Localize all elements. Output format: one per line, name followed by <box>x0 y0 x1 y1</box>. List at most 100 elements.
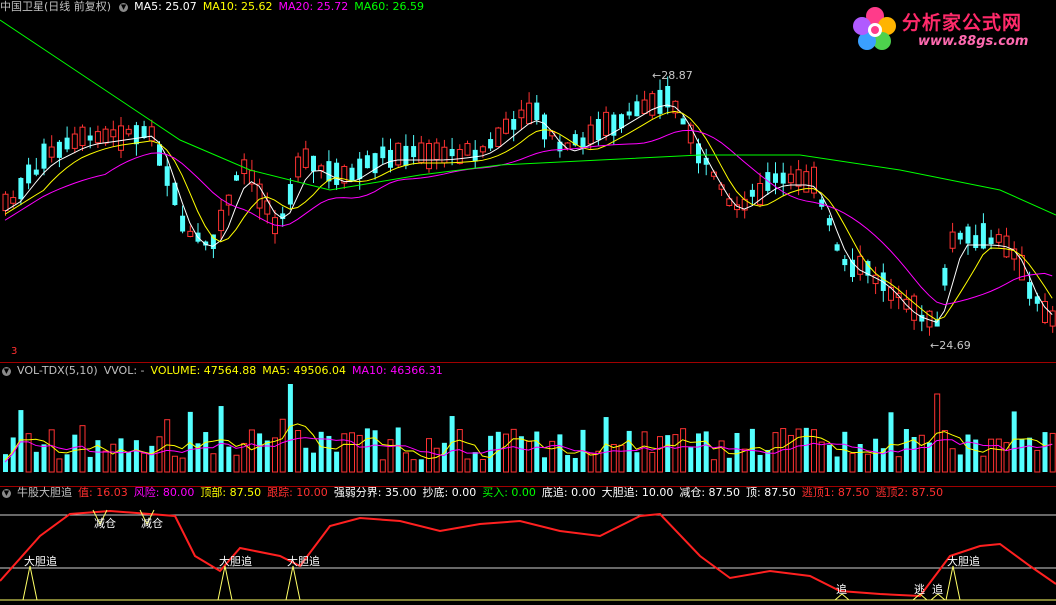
indicator-chart[interactable]: 减仓 减仓大胆追 大胆追 大胆追追逃追大胆追 <box>0 486 1056 605</box>
indicator-value-12: 逃顶2: 87.50 <box>875 486 944 499</box>
candle-body-down <box>973 235 979 249</box>
volume-bar-up <box>402 452 409 473</box>
period-label: (日线 前复权) <box>44 0 112 13</box>
volume-bar-down <box>696 433 701 472</box>
indicator-value-3: 跟踪: 10.00 <box>267 486 328 499</box>
volume-bar-down <box>64 454 70 472</box>
volume-bar-down <box>33 451 39 472</box>
volume-bar-down <box>903 429 909 472</box>
volume-bar-up <box>295 430 302 473</box>
volume-chart-panel[interactable]: ▼ VOL-TDX(5,10) VVOL: - VOLUME: 47564.88 MA5… <box>0 364 1056 486</box>
signal-label: 逃 <box>914 583 925 596</box>
candle-body-down <box>388 149 393 168</box>
candle-body-up <box>503 118 509 134</box>
signal-label: 大胆追 <box>24 554 57 568</box>
volume-bar-down <box>726 457 732 472</box>
logo-text: 分析家公式网 <box>902 12 1023 34</box>
candle-body-down <box>780 172 786 184</box>
candle-body-down <box>680 118 686 125</box>
candle-body-up <box>148 126 155 142</box>
candle-body-down <box>965 226 971 244</box>
volume-bar-down <box>41 444 47 472</box>
volume-bar-down <box>534 431 540 472</box>
candle-body-up <box>295 156 302 178</box>
volume-bar-up <box>718 440 725 473</box>
volume-bar-down <box>757 454 763 472</box>
indicator-value-2: 顶部: 87.50 <box>200 486 262 499</box>
volume-bar-down <box>703 431 709 472</box>
candle-body-down <box>287 184 293 205</box>
volume-bar-up <box>171 455 178 473</box>
volume-bar-down <box>973 439 979 472</box>
candle-body-up <box>479 146 486 153</box>
indicator-chart-panel[interactable]: 减仓 减仓 大胆追 大胆追 大胆追追逃追大胆追 ▼ 牛股大胆追 值: 16.03 风险: 80… <box>0 486 1056 605</box>
candle-body-down <box>488 139 494 149</box>
logo-url: www.88gs.com <box>918 34 1029 49</box>
candle-body-up <box>949 231 956 249</box>
candle-body-down <box>834 244 840 251</box>
indicator-values: 值: 16.03 风险: 80.00 顶部: 87.50 跟踪: 10.00 强弱分界:… <box>78 486 949 499</box>
volume-bar-up <box>795 428 802 473</box>
indicator-value-8: 大胆追: 10.00 <box>601 486 674 499</box>
candle-body-down <box>842 259 848 266</box>
candle-body-up <box>10 197 17 204</box>
volume-bar-down <box>734 432 740 472</box>
volume-bar-down <box>826 444 832 472</box>
volume-bar-up <box>272 437 278 473</box>
candle-body-down <box>657 89 663 114</box>
ma5-value: MA5: 25.07 <box>134 0 197 13</box>
settings-circle-icon[interactable]: ▼ <box>119 2 129 12</box>
volume-bar-down <box>311 452 316 472</box>
volume-bar-up <box>510 428 517 473</box>
candle-body-down <box>56 141 62 158</box>
candle-body-down <box>403 145 409 166</box>
volume-bar-down <box>226 446 232 472</box>
candle-body-down <box>26 164 32 184</box>
volume-bar-down <box>118 438 124 472</box>
volume-bar-down <box>873 438 879 472</box>
candle-body-down <box>41 143 47 169</box>
candle-body-down <box>665 86 671 108</box>
flower-logo-icon <box>853 7 896 50</box>
candle-body-up <box>218 209 225 232</box>
volume-bar-up <box>102 450 109 473</box>
candle-body-up <box>787 173 794 184</box>
volume-bar-down <box>395 427 401 472</box>
volume-bar-down <box>126 452 132 472</box>
indicator-value-1: 风险: 80.00 <box>133 486 195 499</box>
candle-body-down <box>87 135 93 141</box>
signal-label: 大胆追 <box>219 554 252 568</box>
candle-body-down <box>626 111 632 116</box>
indicator-value-0: 值: 16.03 <box>78 486 128 499</box>
volume-bar-up <box>710 459 717 473</box>
candle-body-down <box>826 218 832 226</box>
volume-bar-up <box>479 458 486 473</box>
candle-body-up <box>318 165 325 172</box>
volume-bar-down <box>334 451 340 472</box>
price-chart-panel[interactable]: 中国卫星(日线 前复权) ▼ MA5: 25.07 MA10: 25.62 MA20: … <box>0 0 1056 364</box>
marker-label: 3 <box>11 346 18 357</box>
candle-body-down <box>33 169 39 175</box>
volume-bar-down <box>565 455 571 472</box>
candle-body-down <box>449 149 455 157</box>
candle-body-down <box>534 102 540 121</box>
settings-circle-icon[interactable]: ▼ <box>2 366 11 376</box>
signal-label: 减仓 <box>141 516 163 530</box>
volume-bar-up <box>1049 432 1056 473</box>
volume-bar-up <box>210 453 217 473</box>
volume-bar-up <box>949 448 956 473</box>
volume-bar-up <box>503 433 509 473</box>
volume-bars[interactable] <box>0 364 1056 486</box>
candle-body-up <box>79 126 86 147</box>
signal-label: 追 <box>836 582 847 596</box>
volume-bar-down <box>326 435 332 472</box>
candle-body-down <box>164 166 170 186</box>
settings-circle-icon[interactable]: ▼ <box>2 488 11 498</box>
volume-bar-down <box>957 454 963 472</box>
candle-body-up <box>526 102 533 125</box>
volume-bar-up <box>56 458 63 473</box>
volume-bar-down <box>87 456 93 472</box>
candle-body-up <box>641 99 648 114</box>
volume-bar-up <box>680 428 687 473</box>
volume-bar-down <box>572 457 578 472</box>
